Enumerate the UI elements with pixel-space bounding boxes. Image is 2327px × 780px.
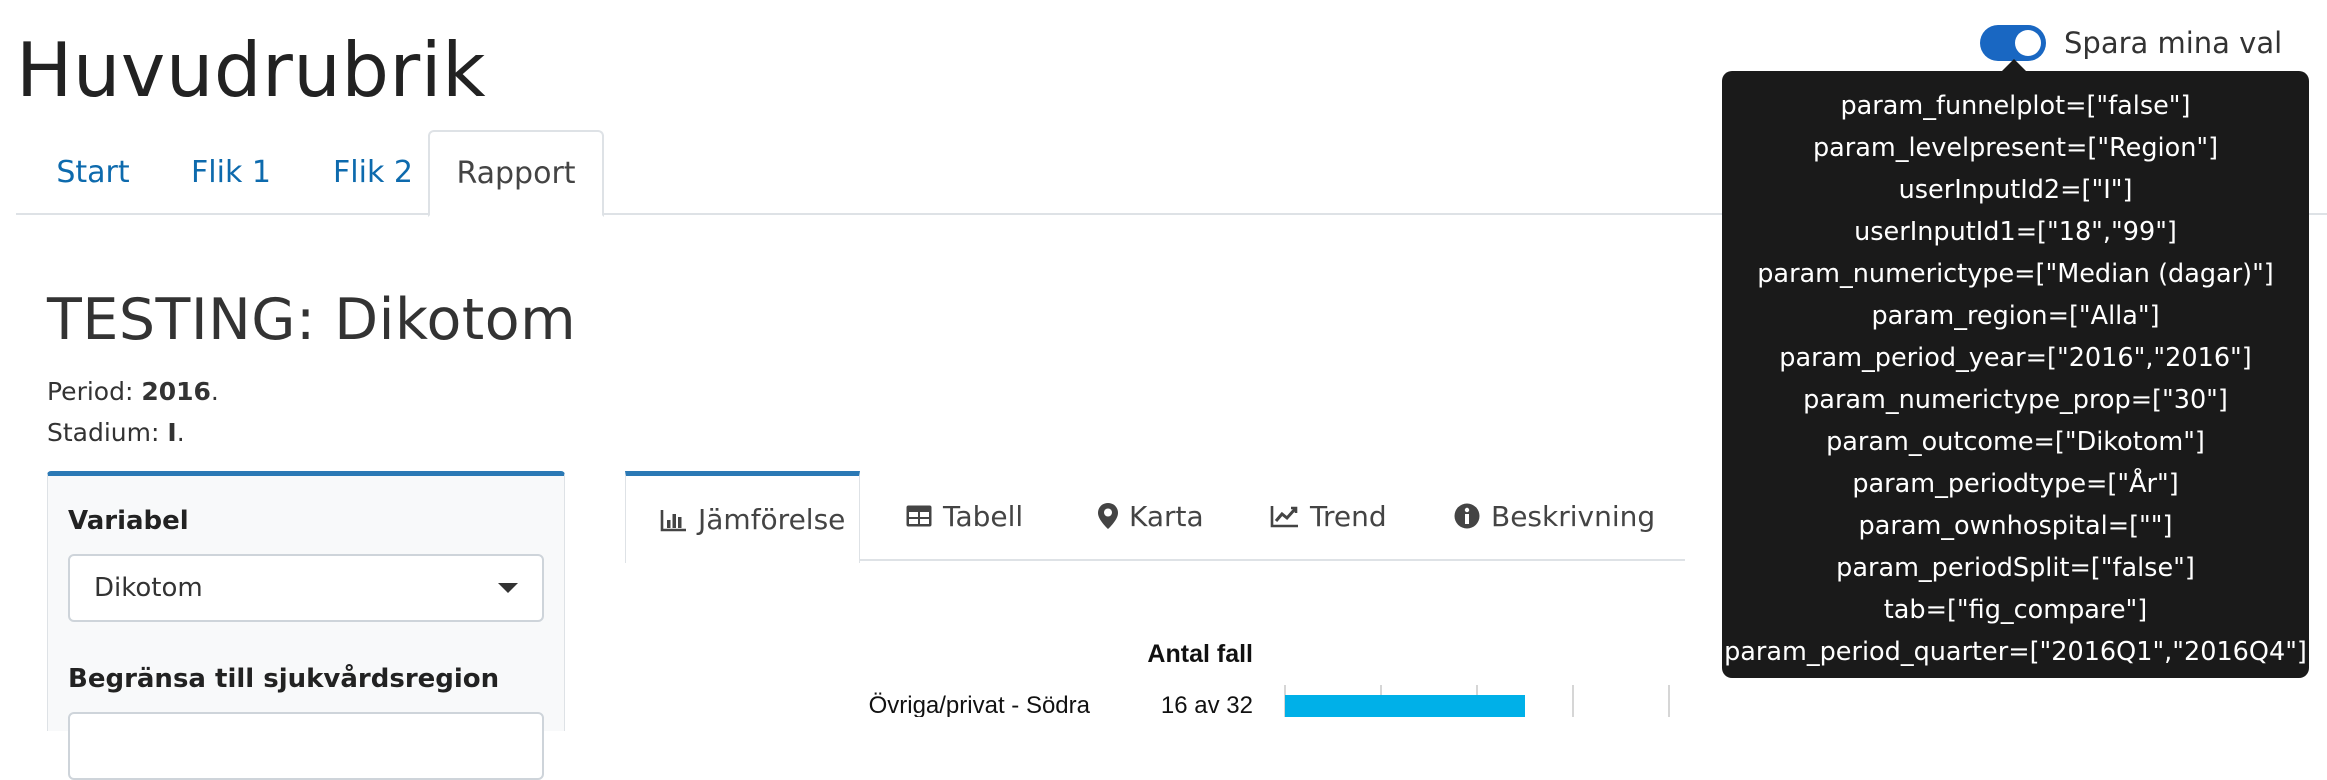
save-selections-toggle-group[interactable]: Spara mina val (1980, 24, 2282, 62)
tab-tabell[interactable]: Tabell (905, 471, 1023, 561)
tab-start-label: Start (56, 155, 130, 190)
toggle-knob (2015, 30, 2041, 56)
tooltip-param-line: param_period_quarter=["2016Q1","2016Q4"] (1724, 637, 2307, 667)
count-label: 16 av 32 (1161, 692, 1253, 717)
content-tabs: Jämförelse Tabell Karta Trend Beskrivnin… (625, 471, 1685, 563)
info-circle-icon (1454, 503, 1480, 529)
comparison-chart: Antal fallÖvriga/privat - Södra16 av 325… (869, 640, 1670, 717)
tab-flik-1-label: Flik 1 (191, 155, 271, 190)
tab-rapport-label: Rapport (456, 156, 576, 191)
line-chart-icon (1270, 506, 1298, 528)
bar-chart-icon (660, 509, 686, 531)
period-line: Period: 2016. (47, 373, 219, 411)
tooltip-param-line: userInputId2=["I"] (1898, 175, 2133, 205)
period-suffix: . (210, 377, 219, 406)
tooltip-param-line: param_outcome=["Dikotom"] (1826, 427, 2205, 457)
sidebar-panel: Variabel Dikotom Begränsa till sjukvårds… (47, 471, 565, 780)
tooltip-param-line: param_period_year=["2016","2016"] (1779, 343, 2252, 373)
tooltip-param-line: userInputId1=["18","99"] (1854, 217, 2177, 247)
report-title: TESTING: Dikotom (47, 287, 577, 353)
stadium-value: I (167, 418, 177, 447)
tab-tabell-label: Tabell (943, 499, 1024, 533)
tooltip-param-line: param_levelpresent=["Region"] (1812, 133, 2219, 163)
stadium-line: Stadium: I. (47, 414, 185, 452)
tooltip-param-line: param_numerictype_prop=["30"] (1803, 385, 2228, 415)
tooltip-param-line: param_funnelplot=["false"] (1840, 91, 2191, 121)
table-icon (906, 505, 932, 527)
stadium-label: Stadium: (47, 418, 168, 447)
bar (1285, 695, 1525, 717)
tab-trend[interactable]: Trend (1270, 471, 1387, 561)
variable-select[interactable]: Dikotom (68, 554, 544, 622)
tab-jamforelse-label: Jämförelse (698, 503, 846, 536)
tooltip-param-line: param_periodtype=["År"] (1852, 469, 2179, 499)
tab-start[interactable]: Start (34, 130, 152, 215)
tab-beskrivning-label: Beskrivning (1491, 499, 1656, 533)
tab-beskrivning[interactable]: Beskrivning (1453, 471, 1655, 561)
tab-rapport[interactable]: Rapport (428, 130, 604, 217)
save-selections-label: Spara mina val (2064, 26, 2283, 60)
tooltip-param-line: tab=["fig_compare"] (1883, 595, 2148, 625)
category-label: Övriga/privat - Södra (869, 692, 1091, 717)
tab-karta[interactable]: Karta (1097, 471, 1204, 561)
tab-jamforelse[interactable]: Jämförelse (625, 471, 860, 563)
tooltip-param-line: param_numerictype=["Median (dagar)"] (1757, 259, 2274, 289)
tooltip-arrow (2002, 59, 2026, 71)
period-value: 2016 (141, 377, 211, 406)
region-label: Begränsa till sjukvårdsregion (68, 664, 500, 694)
region-select[interactable] (68, 712, 544, 780)
variable-select-value: Dikotom (94, 573, 203, 603)
save-selections-toggle[interactable] (1980, 25, 2046, 61)
tab-flik-2[interactable]: Flik 2 (308, 130, 438, 215)
tooltip-param-line: param_ownhospital=[""] (1858, 511, 2173, 541)
tooltip-param-line: param_region=["Alla"] (1871, 301, 2160, 331)
variable-label: Variabel (68, 506, 189, 536)
page-title: Huvudrubrik (16, 26, 487, 114)
stadium-suffix: . (176, 418, 185, 447)
tab-karta-label: Karta (1129, 499, 1204, 533)
map-marker-icon (1098, 503, 1118, 529)
tab-flik-2-label: Flik 2 (333, 155, 413, 190)
tab-flik-1[interactable]: Flik 1 (166, 130, 296, 215)
count-column-header: Antal fall (1147, 640, 1253, 668)
tab-trend-label: Trend (1310, 499, 1387, 533)
saved-params-tooltip: param_funnelplot=["false"] param_levelpre… (1722, 71, 2309, 678)
period-label: Period: (47, 377, 142, 406)
caret-down-icon (498, 583, 518, 593)
tooltip-param-line: param_periodSplit=["false"] (1836, 553, 2195, 583)
